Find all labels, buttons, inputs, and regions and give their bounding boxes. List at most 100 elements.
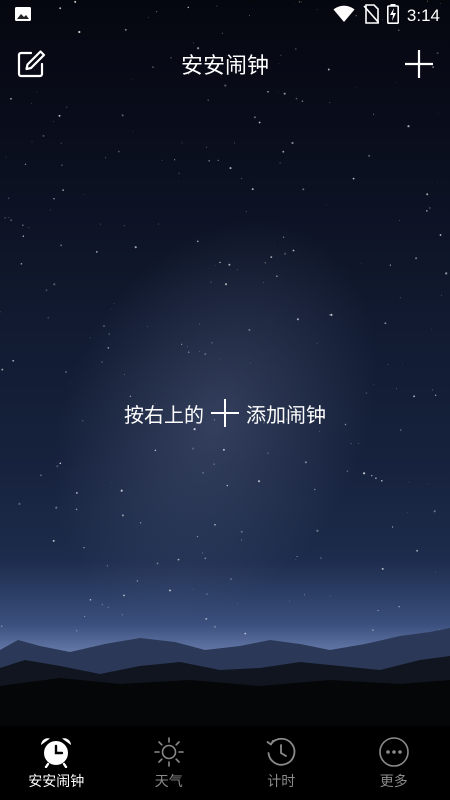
star (178, 181, 180, 182)
tab-weather[interactable]: 天气 (113, 736, 225, 791)
star (147, 326, 148, 327)
star (319, 431, 321, 432)
tab-more[interactable]: 更多 (338, 736, 450, 791)
star (402, 363, 403, 365)
star (60, 142, 62, 144)
star (59, 462, 62, 465)
star (31, 141, 33, 143)
star (296, 318, 299, 321)
star (226, 484, 229, 487)
star (437, 182, 438, 184)
tab-label: 计时 (267, 773, 296, 790)
bottom-tab-bar: 安安闹钟 天气 计时 更多 (0, 726, 450, 800)
star (121, 114, 124, 117)
star (45, 289, 48, 292)
star (441, 295, 442, 296)
star (220, 358, 222, 360)
star (129, 395, 132, 398)
star (75, 491, 78, 494)
star (207, 99, 209, 101)
star (101, 361, 103, 363)
star (413, 395, 416, 398)
battery-charging-icon (386, 4, 399, 28)
star (1, 368, 4, 371)
star (352, 177, 355, 180)
star (329, 314, 331, 316)
star (282, 150, 285, 153)
star (357, 442, 359, 444)
star (245, 211, 247, 212)
star (181, 343, 183, 345)
star (18, 502, 21, 506)
star (117, 150, 120, 153)
tab-timer[interactable]: 计时 (225, 736, 337, 791)
star (363, 472, 366, 475)
more-icon (378, 736, 409, 767)
star (10, 219, 12, 221)
star (192, 447, 194, 450)
star (108, 333, 110, 335)
edit-icon (17, 50, 46, 78)
star (50, 209, 52, 211)
star (47, 317, 49, 319)
star (270, 256, 273, 259)
star (438, 113, 439, 115)
star (22, 224, 24, 226)
star (217, 159, 219, 162)
star (316, 342, 318, 344)
star (214, 523, 216, 526)
star (4, 216, 7, 219)
star (432, 389, 434, 391)
tab-label: 天气 (154, 773, 183, 790)
star (174, 159, 176, 161)
timer-icon (266, 737, 296, 766)
star (291, 141, 294, 145)
star (5, 156, 7, 158)
star (69, 382, 71, 384)
tab-label: 更多 (379, 773, 408, 790)
star (276, 275, 278, 277)
star (12, 359, 15, 362)
star (292, 249, 295, 252)
star (301, 100, 304, 102)
star (110, 482, 112, 484)
star (193, 427, 196, 431)
star (360, 263, 362, 265)
star (161, 159, 163, 161)
star (407, 125, 410, 128)
star (197, 240, 199, 243)
star (181, 142, 183, 144)
star (439, 234, 442, 236)
star (368, 154, 371, 157)
star (396, 388, 397, 390)
tab-alarm[interactable]: 安安闹钟 (0, 736, 112, 791)
star (373, 384, 375, 385)
star (427, 483, 428, 485)
star (415, 257, 418, 260)
star (325, 204, 327, 206)
tab-label: 安安闹钟 (28, 773, 85, 790)
star (53, 198, 55, 200)
add-alarm-button[interactable] (402, 47, 436, 81)
star (132, 131, 134, 132)
plus-icon (210, 398, 240, 428)
star (7, 197, 10, 200)
sun-icon (153, 736, 184, 767)
star (52, 121, 54, 123)
star (89, 337, 91, 339)
star (426, 193, 429, 196)
star (346, 470, 349, 473)
star (60, 244, 63, 247)
star (407, 512, 409, 513)
star (95, 251, 98, 253)
star (284, 252, 287, 255)
star (211, 341, 213, 344)
star (187, 346, 189, 348)
star (302, 188, 305, 191)
star (384, 322, 387, 325)
star (53, 283, 56, 286)
edit-button[interactable] (14, 47, 48, 81)
star (206, 146, 207, 148)
page-title: 安安闹钟 (180, 54, 269, 79)
star (204, 353, 207, 356)
